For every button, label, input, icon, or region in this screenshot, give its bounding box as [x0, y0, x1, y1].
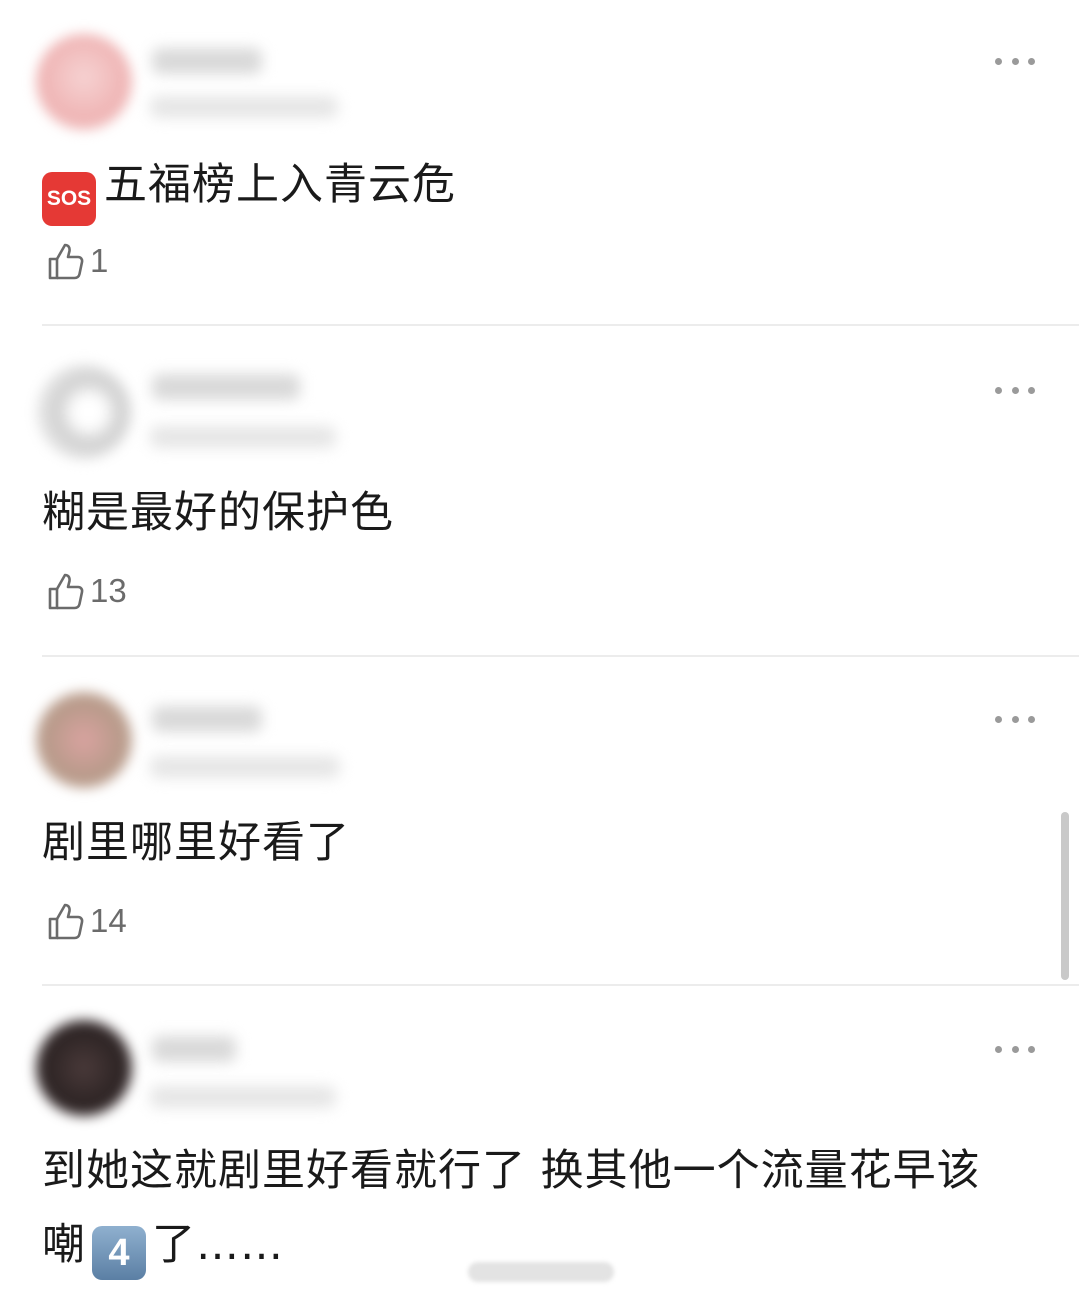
- like-button[interactable]: 14: [44, 900, 127, 942]
- comment-text-content: 五福榜上入青云危: [104, 160, 456, 210]
- keycap-4-emoji-icon: 4: [92, 1226, 146, 1280]
- more-icon[interactable]: [995, 714, 1035, 724]
- avatar[interactable]: [36, 364, 132, 460]
- timestamp-blurred: [150, 426, 336, 448]
- comment-text: SOS 五福榜上入青云危: [42, 148, 1019, 226]
- like-count: 14: [90, 902, 127, 939]
- like-count: 1: [90, 242, 109, 279]
- comment-text: 到她这就剧里好看就行了 换其他一个流量花早该 嘲 4 了……: [42, 1134, 1019, 1282]
- username-blurred[interactable]: [152, 706, 262, 732]
- thumbs-up-icon: [48, 243, 84, 280]
- divider: [42, 984, 1079, 986]
- timestamp-blurred: [150, 1086, 336, 1108]
- divider: [42, 324, 1079, 326]
- comment-text-line: 到她这就剧里好看就行了 换其他一个流量花早该: [42, 1146, 981, 1196]
- scrollbar[interactable]: [1061, 812, 1069, 980]
- divider: [42, 655, 1079, 657]
- like-button[interactable]: 13: [44, 570, 127, 612]
- avatar[interactable]: [36, 692, 132, 788]
- more-icon[interactable]: [995, 385, 1035, 395]
- timestamp-blurred: [150, 96, 338, 118]
- more-icon[interactable]: [995, 56, 1035, 66]
- timestamp-blurred: [150, 756, 340, 778]
- avatar[interactable]: [36, 1020, 132, 1116]
- like-count: 13: [90, 572, 127, 609]
- thumbs-up-icon: [48, 573, 84, 610]
- username-blurred[interactable]: [152, 374, 300, 400]
- avatar[interactable]: [36, 34, 132, 130]
- username-blurred[interactable]: [152, 48, 262, 74]
- like-button[interactable]: 1: [44, 240, 108, 282]
- username-blurred[interactable]: [152, 1036, 236, 1062]
- comment-text-content: 嘲: [42, 1220, 86, 1270]
- home-indicator[interactable]: [468, 1262, 614, 1282]
- thumbs-up-icon: [48, 903, 84, 940]
- more-icon[interactable]: [995, 1044, 1035, 1054]
- comment-text: 剧里哪里好看了: [42, 818, 350, 868]
- sos-emoji-icon: SOS: [42, 172, 96, 226]
- comment-text: 糊是最好的保护色: [42, 488, 394, 538]
- comment-text-content: 了……: [152, 1220, 284, 1270]
- comment-feed: SOS 五福榜上入青云危 1 糊是最好的保护色 13 剧里哪里好看了 14 到她…: [0, 0, 1079, 1299]
